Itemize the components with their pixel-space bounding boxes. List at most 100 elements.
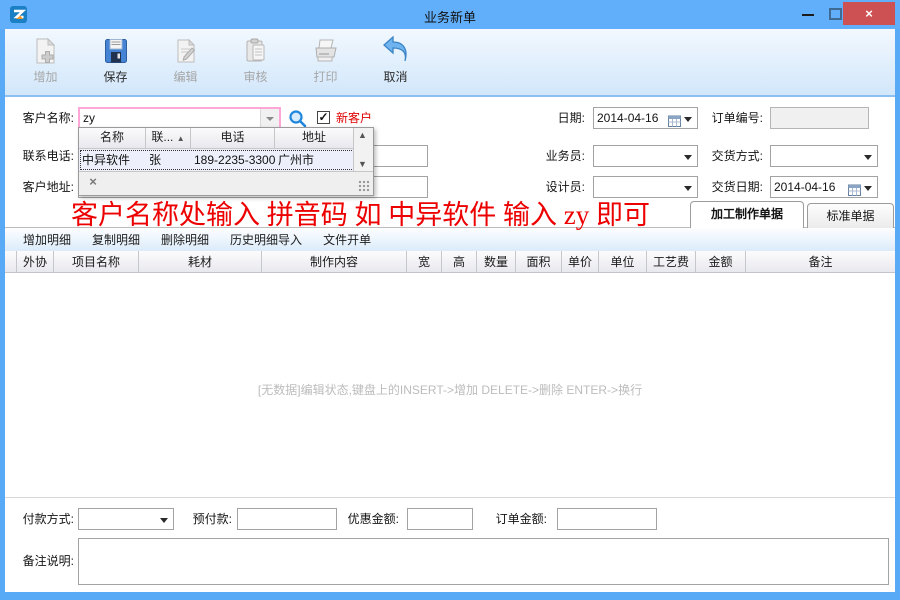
application-window: 业务新单 × 增加 bbox=[0, 0, 900, 600]
chevron-down-icon[interactable] bbox=[684, 155, 692, 160]
dropdown-column-name[interactable]: 名称 bbox=[79, 128, 146, 148]
toolbar-button-label: 审核 bbox=[225, 68, 286, 85]
order-no-label: 订单编号: bbox=[700, 107, 763, 129]
dropdown-column-contact[interactable]: 联... ▲ bbox=[146, 128, 191, 148]
delivery-date-input[interactable]: 2014-04-16 bbox=[770, 176, 878, 198]
toolbar-button-label: 打印 bbox=[295, 68, 356, 85]
grid-header-area[interactable]: 面积 bbox=[516, 251, 562, 272]
calendar-icon bbox=[848, 182, 861, 194]
grid-header-indicator bbox=[5, 251, 17, 272]
order-total-label: 订单金额: bbox=[487, 508, 547, 530]
grid-header-content[interactable]: 制作内容 bbox=[262, 251, 407, 272]
toolbar-button-label: 增加 bbox=[15, 68, 76, 85]
delete-detail-button[interactable]: 删除明细 bbox=[161, 231, 209, 248]
chevron-down-icon[interactable] bbox=[864, 155, 872, 160]
customer-name-label: 客户名称: bbox=[7, 107, 74, 129]
tab-standard-order[interactable]: 标准单据 bbox=[807, 203, 894, 228]
result-address-cell: 广州市 bbox=[275, 149, 353, 171]
main-toolbar: 增加 保存 bbox=[5, 29, 895, 97]
minimize-button[interactable] bbox=[802, 14, 814, 16]
discount-input[interactable] bbox=[407, 508, 473, 530]
file-order-button[interactable]: 文件开单 bbox=[323, 231, 371, 248]
grid-header-material[interactable]: 耗材 bbox=[139, 251, 262, 272]
save-button[interactable]: 保存 bbox=[85, 34, 146, 85]
order-total-input[interactable] bbox=[557, 508, 657, 530]
prepaid-label: 预付款: bbox=[177, 508, 232, 530]
tab-processing-order[interactable]: 加工制作单据 bbox=[690, 201, 804, 228]
customer-lookup-dropdown: 名称 联... ▲ 电话 地址 中异软件 张 189-2235-3300 广州市… bbox=[78, 127, 374, 196]
toolbar-button-label: 编辑 bbox=[155, 68, 216, 85]
pinyin-hint-annotation: 客户名称处输入 拼音码 如 中异软件 输入 zy 即可 bbox=[71, 193, 650, 232]
grid-header-unit-price[interactable]: 单价 bbox=[562, 251, 599, 272]
remark-label: 备注说明: bbox=[7, 550, 74, 572]
dropdown-result-row[interactable]: 中异软件 张 189-2235-3300 广州市 bbox=[79, 149, 373, 171]
chevron-down-icon[interactable] bbox=[160, 518, 168, 523]
dropdown-scrollbar[interactable]: ▲ ▼ bbox=[353, 128, 373, 171]
customer-address-label: 客户地址: bbox=[7, 176, 74, 198]
new-customer-checkbox[interactable]: ✓ bbox=[317, 111, 330, 124]
dropdown-column-address[interactable]: 地址 bbox=[275, 128, 353, 148]
add-button[interactable]: 增加 bbox=[15, 34, 76, 85]
add-document-icon bbox=[15, 34, 76, 67]
grid-header-height[interactable]: 高 bbox=[442, 251, 477, 272]
contact-phone-label: 联系电话: bbox=[7, 145, 74, 167]
dropdown-column-phone[interactable]: 电话 bbox=[191, 128, 275, 148]
chevron-down-icon[interactable] bbox=[864, 186, 872, 191]
order-no-input[interactable] bbox=[770, 107, 869, 129]
delivery-date-value: 2014-04-16 bbox=[774, 180, 835, 194]
add-detail-button[interactable]: 增加明细 bbox=[23, 231, 71, 248]
history-import-button[interactable]: 历史明细导入 bbox=[230, 231, 302, 248]
scroll-down-icon[interactable]: ▼ bbox=[358, 159, 367, 169]
detail-grid-header: 外协 项目名称 耗材 制作内容 宽 高 数量 面积 单价 单位 工艺费 金额 备… bbox=[5, 251, 895, 273]
grid-header-outsource[interactable]: 外协 bbox=[17, 251, 54, 272]
grid-header-unit[interactable]: 单位 bbox=[599, 251, 647, 272]
chevron-down-icon[interactable] bbox=[684, 117, 692, 122]
prepaid-input[interactable] bbox=[237, 508, 337, 530]
resize-grip[interactable] bbox=[358, 180, 370, 192]
result-name-cell: 中异软件 bbox=[79, 149, 146, 171]
edit-document-icon bbox=[155, 34, 216, 67]
sort-ascending-icon: ▲ bbox=[177, 134, 185, 143]
date-value: 2014-04-16 bbox=[597, 111, 658, 125]
grid-header-quantity[interactable]: 数量 bbox=[477, 251, 516, 272]
printer-icon bbox=[295, 34, 356, 67]
maximize-button[interactable] bbox=[829, 8, 842, 20]
footer-divider bbox=[5, 497, 895, 498]
grid-empty-state-text: [无数据]编辑状态,键盘上的INSERT->增加 DELETE->删除 ENTE… bbox=[5, 381, 895, 398]
salesman-combo[interactable] bbox=[593, 145, 698, 167]
chevron-down-icon[interactable] bbox=[684, 186, 692, 191]
close-button[interactable]: × bbox=[843, 2, 895, 25]
check-icon: ✓ bbox=[318, 110, 328, 124]
client-area: 增加 保存 bbox=[5, 29, 895, 592]
title-bar: 业务新单 × bbox=[0, 0, 900, 29]
window-title: 业务新单 bbox=[0, 7, 900, 26]
cancel-undo-icon bbox=[365, 34, 426, 67]
chevron-down-icon bbox=[266, 117, 274, 121]
result-phone-cell: 189-2235-3300 bbox=[191, 149, 275, 171]
save-floppy-icon bbox=[85, 34, 146, 67]
search-icon[interactable] bbox=[288, 109, 307, 128]
toolbar-button-label: 保存 bbox=[85, 68, 146, 85]
remark-textarea[interactable] bbox=[78, 538, 889, 585]
grid-header-note[interactable]: 备注 bbox=[746, 251, 895, 272]
delivery-date-label: 交货日期: bbox=[700, 176, 763, 198]
scroll-up-icon[interactable]: ▲ bbox=[358, 130, 367, 140]
grid-header-width[interactable]: 宽 bbox=[407, 251, 442, 272]
audit-button[interactable]: 审核 bbox=[225, 34, 286, 85]
edit-button[interactable]: 编辑 bbox=[155, 34, 216, 85]
cancel-button[interactable]: 取消 bbox=[365, 34, 426, 85]
detail-grid-body[interactable]: [无数据]编辑状态,键盘上的INSERT->增加 DELETE->删除 ENTE… bbox=[5, 273, 895, 497]
result-contact-cell: 张 bbox=[146, 149, 191, 171]
grid-header-amount[interactable]: 金额 bbox=[696, 251, 746, 272]
grid-header-project[interactable]: 项目名称 bbox=[54, 251, 139, 272]
clear-filter-icon[interactable]: × bbox=[86, 175, 100, 189]
date-input[interactable]: 2014-04-16 bbox=[593, 107, 698, 129]
grid-header-craft-fee[interactable]: 工艺费 bbox=[647, 251, 696, 272]
print-button[interactable]: 打印 bbox=[295, 34, 356, 85]
customer-name-dropdown-button[interactable] bbox=[260, 109, 279, 128]
delivery-method-combo[interactable] bbox=[770, 145, 878, 167]
new-customer-label: 新客户 bbox=[336, 107, 372, 129]
payment-method-combo[interactable] bbox=[78, 508, 174, 530]
date-label: 日期: bbox=[485, 107, 585, 129]
copy-detail-button[interactable]: 复制明细 bbox=[92, 231, 140, 248]
